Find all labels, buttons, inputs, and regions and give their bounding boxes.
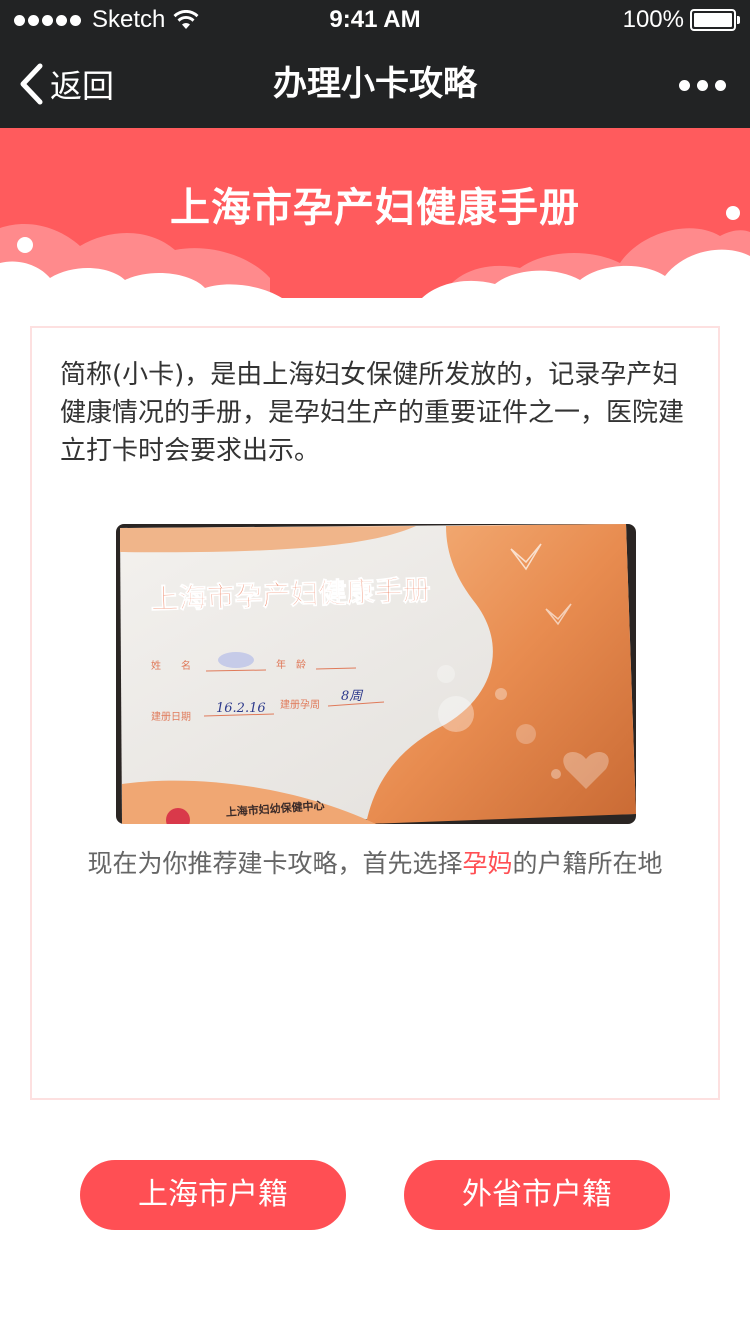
handbook-photo: 上海市孕产妇健康手册 姓 名 年 龄 建册日期 16.2.16 建册孕周 8周 …: [116, 524, 636, 824]
signal-icon: [14, 14, 84, 26]
recommend-text-end: 的户籍所在地: [512, 849, 663, 878]
age-label: 年 龄: [276, 658, 306, 671]
recommend-highlight: 孕妈: [462, 849, 513, 878]
name-label: 姓 名: [151, 659, 191, 672]
intro-text: 简称(小卡)，是由上海妇女保健所发放的，记录孕产妇健康情况的手册，是孕妇生产的重…: [60, 360, 685, 466]
date-value: 16.2.16: [216, 701, 266, 716]
date-label: 建册日期: [151, 710, 191, 723]
other-province-residence-button[interactable]: 外省市户籍: [404, 1160, 670, 1230]
chevron-left-icon: [20, 63, 43, 105]
more-icon[interactable]: [672, 70, 726, 100]
carrier-name: Sketch: [92, 6, 166, 33]
status-left: Sketch: [14, 6, 199, 34]
status-right: 100%: [622, 6, 740, 34]
back-label: 返回: [50, 67, 115, 105]
wifi-icon: [173, 10, 199, 29]
back-button[interactable]: 返回: [18, 54, 114, 114]
recommend-text: 现在为你推荐建卡攻略，首先选择孕妈的户籍所在地: [32, 846, 718, 882]
week-value: 8周: [341, 689, 364, 704]
week-label: 建册孕周: [280, 698, 320, 711]
battery-icon: [690, 9, 740, 31]
status-bar: Sketch 9:41 AM 100%: [0, 0, 750, 40]
nav-bar: 返回 办理小卡攻略: [0, 40, 750, 128]
header-banner: 上海市孕产妇健康手册: [0, 128, 750, 298]
battery-percent: 100%: [622, 6, 684, 33]
recommend-text-start: 现在为你推荐建卡攻略，首先选择: [87, 849, 463, 878]
shanghai-residence-button[interactable]: 上海市户籍: [80, 1160, 346, 1230]
cloud-decoration: [0, 206, 750, 298]
info-card: 简称(小卡)，是由上海妇女保健所发放的，记录孕产妇健康情况的手册，是孕妇生产的重…: [30, 326, 720, 1100]
